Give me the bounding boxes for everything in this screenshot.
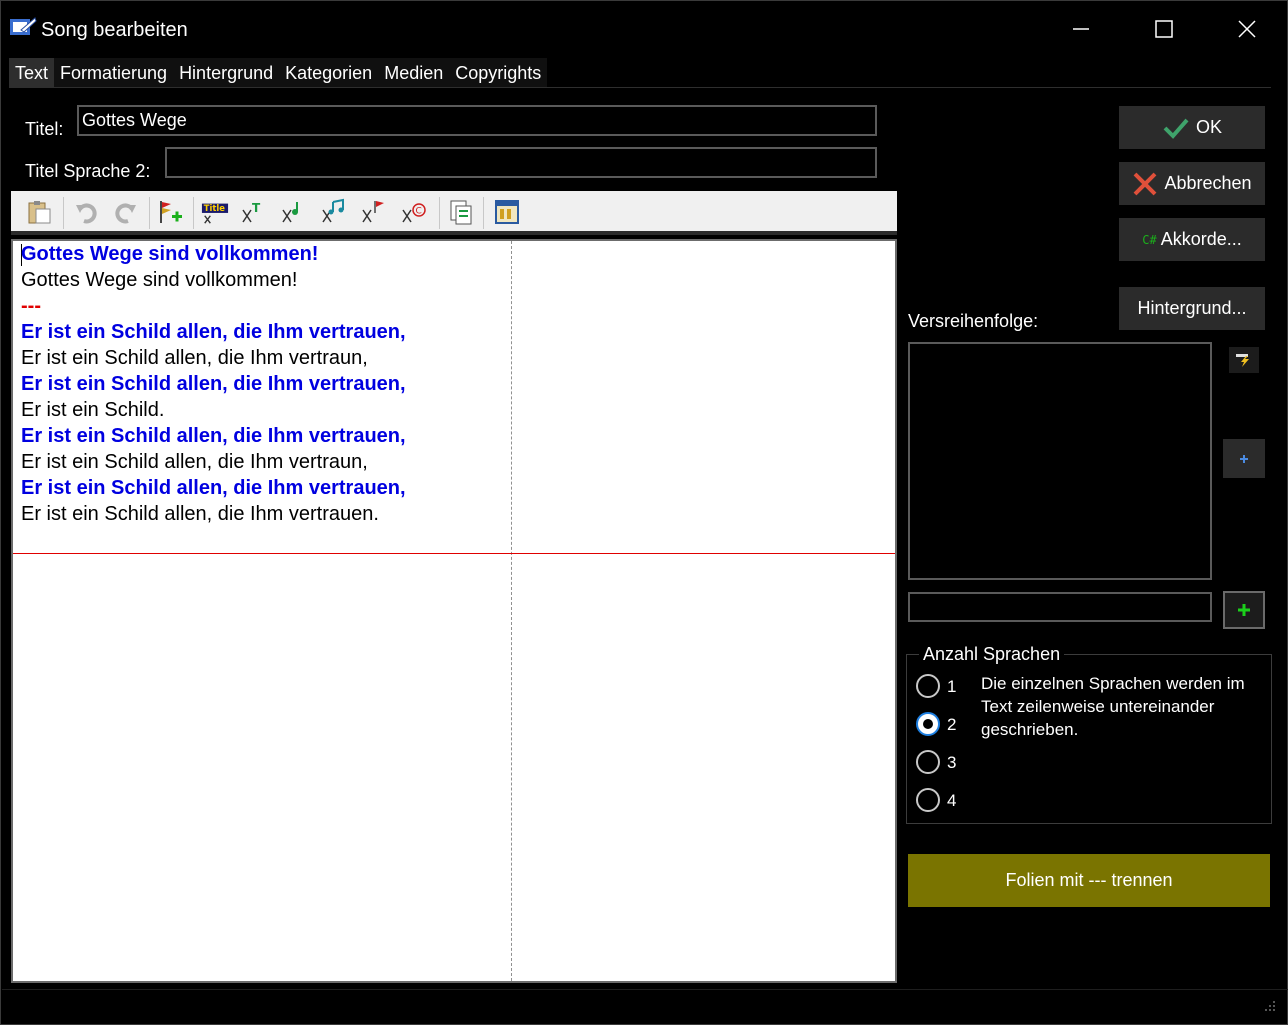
document-copy-button[interactable]: [447, 198, 475, 226]
cancel-x-icon: [1134, 172, 1157, 195]
language-radio-label: 4: [947, 791, 957, 810]
split-slides-button[interactable]: Folien mit --- trennen: [908, 854, 1270, 907]
language-radio-3[interactable]: [916, 750, 940, 774]
editor-line: Er ist ein Schild allen, die Ihm vertrau…: [21, 347, 368, 369]
tab-divider: [9, 87, 1271, 88]
cut-music-button[interactable]: [279, 198, 307, 226]
resize-grip-icon[interactable]: [1263, 999, 1277, 1013]
verse-order-label: Versreihenfolge:: [908, 311, 1039, 331]
cancel-label: Abbrechen: [1164, 173, 1252, 193]
song-text-editor[interactable]: Gottes Wege sind vollkommen! Gottes Wege…: [11, 239, 897, 983]
document-copy-icon: [450, 200, 472, 225]
language-radio-label: 2: [947, 715, 957, 734]
editor-line: ---: [21, 295, 41, 317]
page-break-line: [13, 553, 895, 554]
cancel-button[interactable]: Abbrechen: [1119, 162, 1265, 205]
minimize-button[interactable]: [1061, 13, 1101, 45]
language-count-title: Anzahl Sprachen: [919, 644, 1065, 665]
language-radio-label: 3: [947, 753, 957, 772]
editor-line: Er ist ein Schild allen, die Ihm vertrau…: [21, 321, 406, 343]
editor-line: Er ist ein Schild.: [21, 399, 165, 421]
checkmark-icon: [1163, 118, 1189, 139]
undo-button[interactable]: [73, 198, 101, 226]
editor-toolbar: Title T C: [11, 191, 897, 235]
cut-flag-button[interactable]: [359, 198, 387, 226]
cut-title-button[interactable]: T: [239, 198, 267, 226]
cut-title-icon: T: [242, 201, 261, 223]
status-divider: [2, 989, 1288, 990]
language-radio-2[interactable]: [916, 712, 940, 736]
svg-text:Title: Title: [204, 203, 225, 213]
close-button[interactable]: [1227, 13, 1267, 45]
add-verse-button[interactable]: [1223, 439, 1265, 478]
paste-icon: [28, 201, 51, 224]
chords-label: Akkorde...: [1160, 229, 1242, 249]
tab-formatierung[interactable]: Formatierung: [54, 58, 174, 87]
paste-button[interactable]: [25, 198, 53, 226]
title-icon: Title: [201, 203, 229, 224]
svg-text:C: C: [416, 207, 422, 217]
window-title: Song bearbeiten: [41, 19, 188, 41]
preview-window-button[interactable]: [493, 198, 521, 226]
ok-button[interactable]: OK: [1119, 106, 1265, 149]
cut-music-alt-icon: [322, 198, 344, 223]
redo-button[interactable]: [111, 198, 139, 226]
tab-copyrights[interactable]: Copyrights: [449, 58, 548, 87]
cut-music-icon: [282, 202, 298, 223]
editor-line: Er ist ein Schild allen, die Ihm vertrau…: [21, 477, 406, 499]
editor-line: Er ist ein Schild allen, die Ihm vertrau…: [21, 503, 379, 525]
tab-medien[interactable]: Medien: [378, 58, 450, 87]
title-input[interactable]: [77, 105, 877, 136]
chords-button[interactable]: C# Akkorde...: [1119, 218, 1265, 261]
editor-line: Er ist ein Schild allen, die Ihm vertrau…: [21, 425, 406, 447]
cut-copyright-button[interactable]: C: [399, 198, 427, 226]
add-order-entry-button[interactable]: [1223, 591, 1265, 629]
language-radio-4[interactable]: [916, 788, 940, 812]
add-section-button[interactable]: [157, 198, 185, 226]
title-language2-input[interactable]: [165, 147, 877, 178]
redo-icon: [115, 203, 136, 224]
maximize-button[interactable]: [1144, 13, 1184, 45]
chords-icon: C#: [1142, 232, 1157, 247]
cut-music-alt-button[interactable]: [319, 198, 347, 226]
tab-text[interactable]: Text: [9, 58, 55, 87]
maximize-icon: [1155, 20, 1173, 38]
undo-icon: [76, 203, 97, 224]
verse-order-input[interactable]: [908, 592, 1212, 622]
editor-line: Gottes Wege sind vollkommen!: [21, 269, 298, 291]
svg-text:T: T: [252, 201, 261, 215]
add-section-flag-icon: [160, 201, 182, 223]
editor-line: Gottes Wege sind vollkommen!: [21, 243, 319, 265]
verse-order-list[interactable]: [908, 342, 1212, 580]
title-language2-label: Titel Sprache 2:: [25, 161, 151, 181]
background-label: Hintergrund...: [1137, 298, 1247, 318]
background-button[interactable]: Hintergrund...: [1119, 287, 1265, 330]
app-icon: [10, 17, 37, 35]
ok-label: OK: [1195, 117, 1222, 137]
cut-flag-icon: [362, 201, 384, 223]
language-radio-1[interactable]: [916, 674, 940, 698]
minimize-icon: [1073, 28, 1089, 30]
language-radio-label: 1: [947, 677, 957, 696]
plus-green-icon: [1238, 604, 1250, 616]
column-guide: [511, 241, 512, 981]
title-bar: Song bearbeiten: [1, 1, 1287, 57]
auto-order-button[interactable]: [1229, 347, 1259, 373]
song-editor-window: Song bearbeiten Text Formatierung Hinter…: [0, 0, 1288, 1025]
title-button[interactable]: Title: [201, 198, 229, 226]
plus-blue-icon: [1240, 454, 1248, 463]
tab-strip: Text Formatierung Hintergrund Kategorien…: [9, 58, 548, 88]
close-icon: [1238, 20, 1256, 38]
language-description: Die einzelnen Sprachen werden im Text ze…: [981, 674, 1245, 739]
tab-hintergrund[interactable]: Hintergrund: [173, 58, 280, 87]
cut-copyright-icon: C: [402, 203, 426, 223]
editor-line: Er ist ein Schild allen, die Ihm vertrau…: [21, 373, 406, 395]
title-label: Titel:: [25, 119, 64, 139]
preview-window-icon: [495, 200, 519, 224]
editor-line: Er ist ein Schild allen, die Ihm vertrau…: [21, 451, 368, 473]
tab-kategorien[interactable]: Kategorien: [279, 58, 379, 87]
lightning-icon: [1236, 354, 1249, 367]
